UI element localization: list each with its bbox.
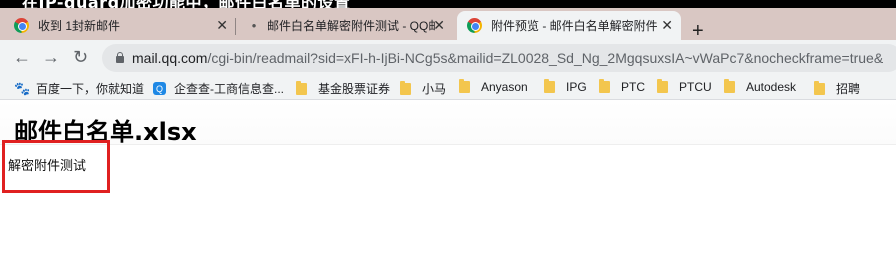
lock-icon[interactable] xyxy=(116,52,124,63)
folder-icon xyxy=(544,79,555,93)
tab-attachment-preview[interactable]: 附件预览 - 邮件白名单解密附件测 ✕ xyxy=(457,11,681,40)
caption-text: 在IP-guard加密功能中，邮件白名单的设置 xyxy=(22,0,351,8)
bookmark-label: Autodesk xyxy=(746,80,797,94)
url-path: /cgi-bin/readmail?sid=xFI-h-IjBi-NCg5s&m… xyxy=(207,50,884,66)
bookmarks-bar: 🐾 百度一下，你就知道 Q 企查查-工商信息查... 基金股票证券 小马 Any… xyxy=(0,76,896,100)
baidu-paw-icon: 🐾 xyxy=(14,80,31,96)
folder-icon xyxy=(296,80,307,95)
bookmark-folder-funds[interactable]: 基金股票证券 xyxy=(296,80,390,97)
browser-toolbar: ← → ↻ mail.qq.com/cgi-bin/readmail?sid=x… xyxy=(0,40,896,76)
attachment-preview-page: 邮件白名单.xlsx 解密附件测试 xyxy=(0,101,896,255)
bookmark-folder-anyason[interactable]: Anyason xyxy=(459,79,528,94)
close-icon[interactable]: ✕ xyxy=(216,17,228,34)
chrome-icon xyxy=(467,18,482,33)
bookmark-label: 百度一下，你就知道 xyxy=(36,82,145,96)
folder-icon xyxy=(599,79,610,93)
bookmark-label: 企查查-工商信息查... xyxy=(174,82,284,96)
folder-icon xyxy=(400,80,411,95)
preview-header: 邮件白名单.xlsx xyxy=(0,101,896,146)
bookmark-label: Anyason xyxy=(481,80,528,94)
tab-title: 邮件白名单解密附件测试 - QQ邮 xyxy=(267,19,435,33)
tab-title: 附件预览 - 邮件白名单解密附件测 xyxy=(491,19,657,33)
folder-icon xyxy=(814,80,825,95)
bookmark-folder-zhaopin[interactable]: 招聘 xyxy=(814,80,860,97)
bookmark-folder-ipg[interactable]: IPG xyxy=(544,79,587,94)
tab-title: 收到 1封新邮件 xyxy=(38,19,121,33)
tab-inbox[interactable]: 收到 1封新邮件 ✕ xyxy=(14,11,236,40)
bookmark-qichacha[interactable]: Q 企查查-工商信息查... xyxy=(153,80,284,97)
bookmark-label: PTC xyxy=(621,80,645,94)
video-caption-strip: 在IP-guard加密功能中，邮件白名单的设置 xyxy=(0,0,896,8)
folder-icon xyxy=(724,79,735,93)
folder-icon xyxy=(459,79,470,93)
tab-separator xyxy=(235,18,236,35)
bookmark-folder-ptcu[interactable]: PTCU xyxy=(657,79,712,94)
tab-mail[interactable]: • 邮件白名单解密附件测试 - QQ邮 ✕ xyxy=(247,11,453,40)
bookmark-label: 小马 xyxy=(422,82,447,96)
tab-bar: 收到 1封新邮件 ✕ • 邮件白名单解密附件测试 - QQ邮 ✕ 附件预览 - … xyxy=(0,8,896,41)
red-highlight-box xyxy=(2,140,110,193)
bookmark-label: PTCU xyxy=(679,80,712,94)
back-button[interactable]: ← xyxy=(13,47,31,67)
bookmark-label: IPG xyxy=(566,80,587,94)
address-bar[interactable]: mail.qq.com/cgi-bin/readmail?sid=xFI-h-I… xyxy=(102,44,896,72)
chrome-icon xyxy=(14,18,29,33)
loading-dot-icon: • xyxy=(251,18,257,33)
new-tab-button[interactable]: + xyxy=(692,21,704,41)
url-text[interactable]: mail.qq.com/cgi-bin/readmail?sid=xFI-h-I… xyxy=(132,50,883,66)
bookmark-baidu[interactable]: 🐾 百度一下，你就知道 xyxy=(14,80,144,97)
bookmark-folder-ptc[interactable]: PTC xyxy=(599,79,645,94)
bookmark-label: 招聘 xyxy=(836,82,861,96)
qichacha-icon: Q xyxy=(153,82,166,95)
forward-button[interactable]: → xyxy=(42,47,60,67)
bookmark-folder-autodesk[interactable]: Autodesk xyxy=(724,79,797,94)
reload-button[interactable]: ↻ xyxy=(73,47,88,67)
url-host: mail.qq.com xyxy=(132,50,208,66)
close-icon[interactable]: ✕ xyxy=(661,17,673,34)
folder-icon xyxy=(657,79,668,93)
close-icon[interactable]: ✕ xyxy=(433,17,445,34)
bookmark-label: 基金股票证券 xyxy=(318,82,391,96)
bookmark-folder-xiaoma[interactable]: 小马 xyxy=(400,80,446,97)
